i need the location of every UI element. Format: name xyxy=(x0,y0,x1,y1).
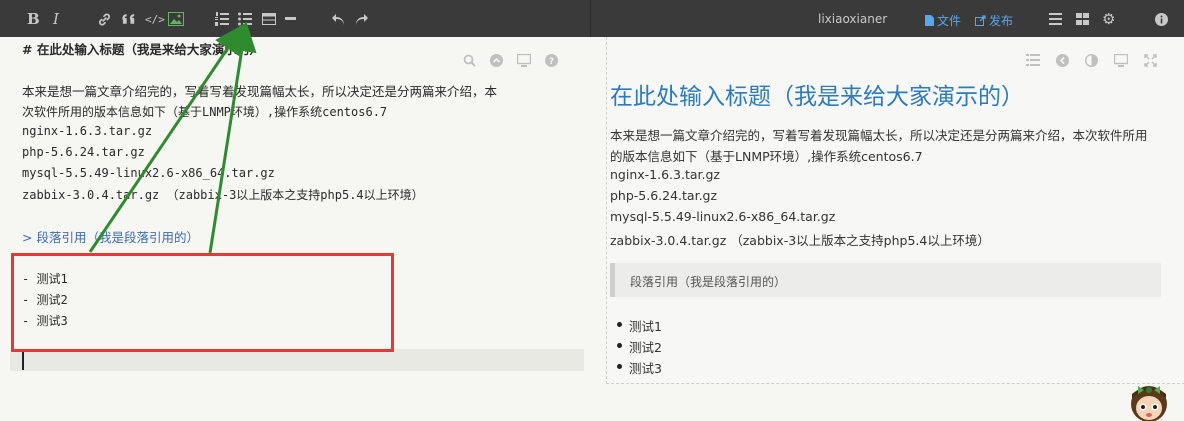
mascot-avatar xyxy=(1131,386,1167,421)
annotation-arrows xyxy=(88,21,257,254)
